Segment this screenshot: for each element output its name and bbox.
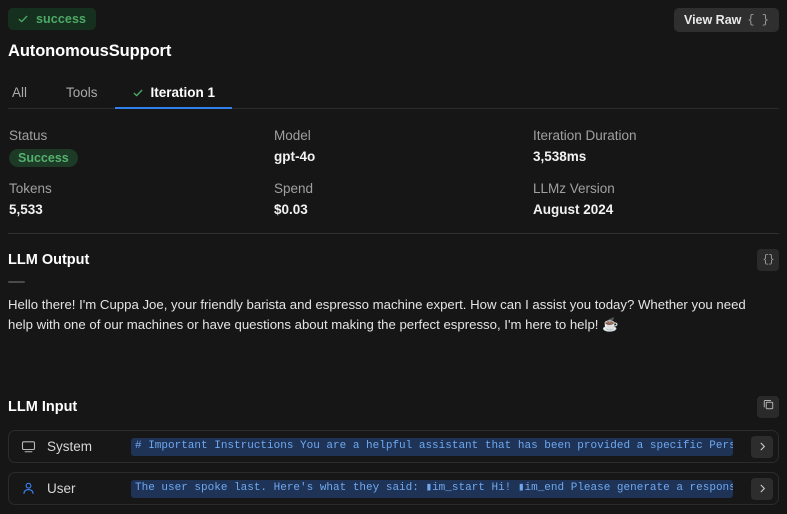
input-row-role: User [47, 481, 76, 497]
llm-output-title: LLM Output [8, 252, 90, 268]
tab-tools[interactable]: Tools [49, 77, 115, 108]
output-rule [8, 281, 25, 283]
status-badge-label: success [36, 12, 87, 26]
tab-iteration-1-label: Iteration 1 [150, 84, 216, 100]
tab-tools-label: Tools [66, 84, 98, 100]
meta-label: Status [9, 128, 48, 143]
meta-value: $0.03 [274, 202, 308, 217]
section-divider [8, 233, 779, 234]
input-row-system[interactable]: System # Important Instructions You are … [8, 430, 779, 464]
meta-label: Spend [274, 181, 314, 196]
llm-input-rows: System # Important Instructions You are … [8, 430, 779, 506]
meta-cell-model: Model gpt-4o [274, 128, 533, 167]
llm-input-header: LLM Input [8, 396, 779, 419]
meta-value: 3,538ms [533, 149, 587, 164]
meta-value: 5,533 [9, 202, 43, 217]
input-row-preview: The user spoke last. Here's what they sa… [131, 479, 733, 498]
meta-label: Iteration Duration [533, 128, 637, 143]
monitor-icon [20, 438, 37, 455]
tab-all[interactable]: All [8, 77, 49, 108]
input-row-user[interactable]: User The user spoke last. Here's what th… [8, 472, 779, 506]
llm-output-text: Hello there! I'm Cuppa Joe, your friendl… [8, 297, 746, 332]
meta-cell-spend: Spend $0.03 [274, 181, 533, 217]
expand-system-button[interactable] [751, 435, 773, 458]
braces-icon: { } [747, 13, 769, 27]
chevron-right-icon [760, 442, 765, 451]
tab-bar: All Tools Iteration 1 [8, 77, 779, 109]
page-title: AutonomousSupport [8, 42, 172, 60]
check-icon [17, 13, 29, 25]
status-badge: success [8, 8, 97, 30]
llm-input-title: LLM Input [8, 399, 78, 416]
meta-value: gpt-4o [274, 149, 316, 164]
meta-label: Tokens [9, 181, 52, 196]
copy-button[interactable] [757, 396, 779, 419]
meta-label: LLMz Version [533, 181, 615, 196]
expand-user-button[interactable] [751, 477, 773, 500]
iteration-detail-panel: success View Raw { } AutonomousSupport A… [0, 0, 787, 514]
check-icon [132, 87, 144, 99]
view-raw-label: View Raw [683, 13, 742, 27]
meta-cell-iteration-duration: Iteration Duration 3,538ms [533, 128, 779, 167]
status-pill: Success [9, 149, 78, 167]
meta-cell-tokens: Tokens 5,533 [9, 181, 274, 217]
input-row-preview: # Important Instructions You are a helpf… [131, 437, 733, 456]
tab-iteration-1[interactable]: Iteration 1 [114, 77, 233, 109]
meta-cell-llmz-version: LLMz Version August 2024 [533, 181, 779, 217]
meta-value: August 2024 [533, 202, 614, 217]
meta-label: Model [274, 128, 311, 143]
view-raw-button[interactable]: View Raw { } [673, 8, 779, 32]
tab-all-label: All [12, 84, 28, 100]
person-icon [20, 480, 37, 497]
braces-icon: {} [762, 254, 774, 266]
llm-output-header: LLM Output {} [8, 249, 779, 271]
meta-cell-status: Status Success [9, 128, 274, 167]
input-row-role: System [47, 439, 93, 455]
metadata-grid: Status Success Model gpt-4o Iteration Du… [8, 128, 779, 217]
copy-icon [762, 398, 775, 416]
json-view-button[interactable]: {} [757, 249, 779, 271]
header: success View Raw { } [8, 0, 779, 32]
chevron-right-icon [760, 484, 765, 493]
